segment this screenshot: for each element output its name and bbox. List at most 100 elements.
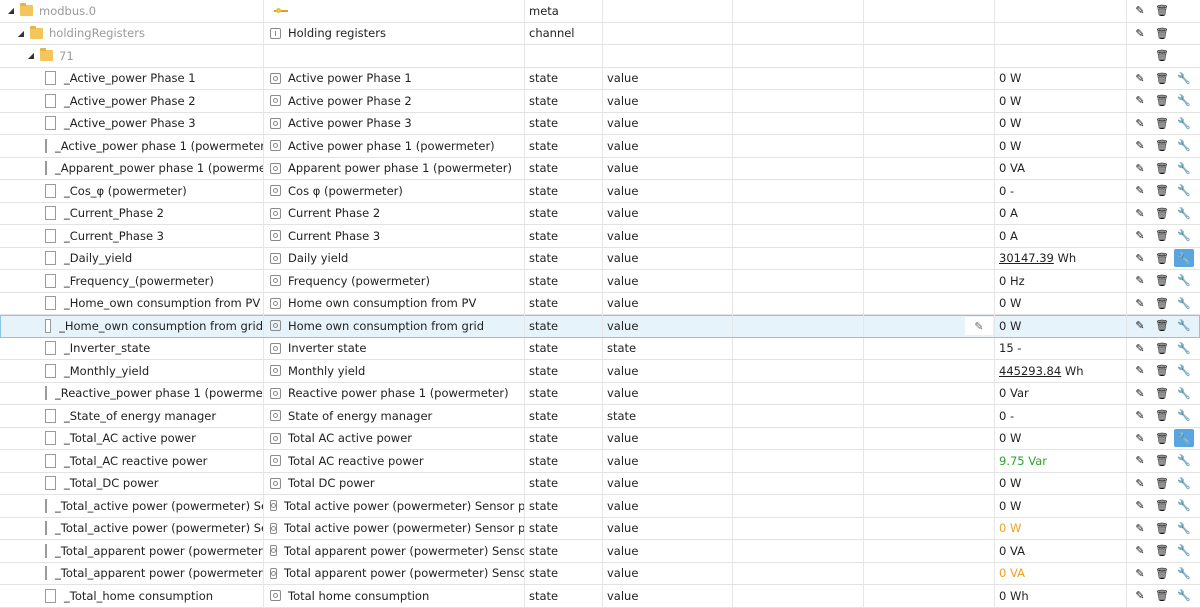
tree-row-state[interactable]: _Active_power Phase 2 Active power Phase … bbox=[0, 90, 1200, 113]
delete-trash-icon[interactable]: 🗑 bbox=[1152, 159, 1172, 177]
delete-trash-icon[interactable]: 🗑 bbox=[1152, 92, 1172, 110]
edit-pencil-icon[interactable]: ✎ bbox=[1130, 159, 1150, 177]
delete-trash-icon[interactable]: 🗑 bbox=[1152, 272, 1172, 290]
edit-pencil-icon[interactable]: ✎ bbox=[1130, 92, 1150, 110]
settings-wrench-icon[interactable]: 🔧 bbox=[1174, 69, 1194, 87]
tree-row-state[interactable]: _Total_apparent power (powermeter) Senso… bbox=[0, 540, 1200, 563]
tree-row-state[interactable]: _Total_home consumption Total home consum… bbox=[0, 585, 1200, 608]
edit-pencil-icon[interactable]: ✎ bbox=[1130, 227, 1150, 245]
tree-row-state[interactable]: _Daily_yield Daily yield state value 30147.3… bbox=[0, 247, 1200, 270]
tree-row-state[interactable]: _Current_Phase 3 Current Phase 3 state valu… bbox=[0, 225, 1200, 248]
settings-wrench-icon[interactable]: 🔧 bbox=[1174, 429, 1194, 448]
state-value[interactable]: 0 W bbox=[995, 113, 1123, 135]
delete-trash-icon[interactable]: 🗑 bbox=[1152, 362, 1172, 380]
settings-wrench-icon[interactable]: 🔧 bbox=[1174, 497, 1194, 515]
tree-row-state[interactable]: _Active_power Phase 3 Active power Phase … bbox=[0, 112, 1200, 135]
delete-trash-icon[interactable]: 🗑 bbox=[1152, 2, 1172, 20]
state-value[interactable]: 0 W bbox=[995, 68, 1123, 90]
tree-row-state[interactable]: _Home_own consumption from grid Home own … bbox=[0, 315, 1200, 338]
tree-row-state[interactable]: _Inverter_state Inverter state state state 1… bbox=[0, 337, 1200, 360]
state-value[interactable]: 0 W bbox=[995, 473, 1123, 495]
state-value[interactable]: 0 W bbox=[995, 428, 1123, 450]
tree-row-state[interactable]: _Home_own consumption from PV Home own co… bbox=[0, 292, 1200, 315]
delete-trash-icon[interactable]: 🗑 bbox=[1152, 204, 1172, 222]
edit-pencil-icon[interactable]: ✎ bbox=[1130, 564, 1150, 582]
state-value[interactable]: 0 W bbox=[995, 495, 1123, 517]
state-value[interactable]: 30147.39 Wh bbox=[995, 248, 1123, 270]
settings-wrench-icon[interactable]: 🔧 bbox=[1174, 542, 1194, 560]
edit-pencil-icon[interactable]: ✎ bbox=[1130, 407, 1150, 425]
state-value[interactable]: 15 - bbox=[995, 338, 1123, 360]
edit-pencil-icon[interactable]: ✎ bbox=[1130, 69, 1150, 87]
edit-pencil-icon[interactable]: ✎ bbox=[1130, 204, 1150, 222]
tree-row-state[interactable]: _Total_DC power Total DC power state value 0… bbox=[0, 472, 1200, 495]
settings-wrench-icon[interactable]: 🔧 bbox=[1174, 114, 1194, 132]
delete-trash-icon[interactable]: 🗑 bbox=[1152, 497, 1172, 515]
delete-trash-icon[interactable]: 🗑 bbox=[1152, 137, 1172, 155]
tree-row-state[interactable]: _Total_AC reactive power Total AC reactiv… bbox=[0, 450, 1200, 473]
edit-pencil-icon[interactable]: ✎ bbox=[1130, 362, 1150, 380]
tree-row-folder[interactable]: ◢ modbus.0 meta ✎ 🗑 bbox=[0, 0, 1200, 23]
settings-wrench-icon[interactable]: 🔧 bbox=[1174, 227, 1194, 245]
state-value[interactable]: 0 W bbox=[995, 135, 1123, 157]
edit-pencil-icon[interactable]: ✎ bbox=[1130, 542, 1150, 560]
tree-row-state[interactable]: _Total_active power (powermeter) Sensor … bbox=[0, 517, 1200, 540]
edit-pencil-icon[interactable]: ✎ bbox=[1130, 182, 1150, 200]
inline-edit-pencil-icon[interactable]: ✎ bbox=[965, 317, 993, 335]
edit-pencil-icon[interactable]: ✎ bbox=[1130, 137, 1150, 155]
settings-wrench-icon[interactable]: 🔧 bbox=[1174, 92, 1194, 110]
state-value[interactable]: 0 VA bbox=[995, 563, 1123, 585]
settings-wrench-icon[interactable]: 🔧 bbox=[1174, 339, 1194, 357]
state-value[interactable]: 0 W bbox=[995, 293, 1123, 315]
settings-wrench-icon[interactable]: 🔧 bbox=[1174, 182, 1194, 200]
tree-row-state[interactable]: _Total_apparent power (powermeter) Senso… bbox=[0, 562, 1200, 585]
edit-pencil-icon[interactable]: ✎ bbox=[1130, 339, 1150, 357]
state-value[interactable]: 0 Var bbox=[995, 383, 1123, 405]
settings-wrench-icon[interactable]: 🔧 bbox=[1174, 587, 1194, 605]
tree-row-state[interactable]: _Cos_φ (powermeter) Cos φ (powermeter) sta… bbox=[0, 180, 1200, 203]
delete-trash-icon[interactable]: 🗑 bbox=[1152, 317, 1172, 335]
tree-row-state[interactable]: _Monthly_yield Monthly yield state value 445… bbox=[0, 360, 1200, 383]
edit-pencil-icon[interactable]: ✎ bbox=[1130, 497, 1150, 515]
tree-row-state[interactable]: _Active_power Phase 1 Active power Phase … bbox=[0, 67, 1200, 90]
delete-trash-icon[interactable]: 🗑 bbox=[1152, 564, 1172, 582]
delete-trash-icon[interactable]: 🗑 bbox=[1152, 182, 1172, 200]
tree-row-state[interactable]: _Total_AC active power Total AC active po… bbox=[0, 427, 1200, 450]
settings-wrench-icon[interactable]: 🔧 bbox=[1174, 272, 1194, 290]
delete-trash-icon[interactable]: 🗑 bbox=[1152, 384, 1172, 402]
edit-pencil-icon[interactable]: ✎ bbox=[1130, 272, 1150, 290]
expand-toggle-icon[interactable]: ◢ bbox=[6, 6, 16, 15]
tree-row-folder[interactable]: ◢ 71 🗑 bbox=[0, 45, 1200, 68]
settings-wrench-icon[interactable]: 🔧 bbox=[1174, 407, 1194, 425]
delete-trash-icon[interactable]: 🗑 bbox=[1152, 339, 1172, 357]
edit-pencil-icon[interactable]: ✎ bbox=[1130, 474, 1150, 492]
tree-row-state[interactable]: _Active_power phase 1 (powermeter) Active… bbox=[0, 135, 1200, 158]
tree-row-state[interactable]: _Reactive_power phase 1 (powermeter) Reac… bbox=[0, 382, 1200, 405]
tree-row-state[interactable]: _Apparent_power phase 1 (powermeter) Appa… bbox=[0, 157, 1200, 180]
state-value[interactable]: 0 Hz bbox=[995, 270, 1123, 292]
delete-trash-icon[interactable]: 🗑 bbox=[1152, 519, 1172, 537]
delete-trash-icon[interactable]: 🗑 bbox=[1152, 47, 1172, 65]
edit-pencil-icon[interactable]: ✎ bbox=[1130, 2, 1150, 20]
edit-pencil-icon[interactable]: ✎ bbox=[1130, 384, 1150, 402]
delete-trash-icon[interactable]: 🗑 bbox=[1152, 227, 1172, 245]
state-value[interactable]: 0 VA bbox=[995, 540, 1123, 562]
delete-trash-icon[interactable]: 🗑 bbox=[1152, 429, 1172, 447]
state-value[interactable]: 445293.84 Wh bbox=[995, 360, 1123, 382]
settings-wrench-icon[interactable]: 🔧 bbox=[1174, 204, 1194, 222]
delete-trash-icon[interactable]: 🗑 bbox=[1152, 249, 1172, 267]
edit-pencil-icon[interactable]: ✎ bbox=[1130, 587, 1150, 605]
edit-pencil-icon[interactable]: ✎ bbox=[1130, 294, 1150, 312]
settings-wrench-icon[interactable]: 🔧 bbox=[1174, 452, 1194, 470]
tree-row-state[interactable]: _Total_active power (powermeter) Sensor … bbox=[0, 495, 1200, 518]
settings-wrench-icon[interactable]: 🔧 bbox=[1174, 317, 1194, 335]
delete-trash-icon[interactable]: 🗑 bbox=[1152, 114, 1172, 132]
delete-trash-icon[interactable]: 🗑 bbox=[1152, 407, 1172, 425]
settings-wrench-icon[interactable]: 🔧 bbox=[1174, 294, 1194, 312]
state-value[interactable]: 9.75 Var bbox=[995, 450, 1123, 472]
settings-wrench-icon[interactable]: 🔧 bbox=[1174, 384, 1194, 402]
settings-wrench-icon[interactable]: 🔧 bbox=[1174, 159, 1194, 177]
settings-wrench-icon[interactable]: 🔧 bbox=[1174, 137, 1194, 155]
delete-trash-icon[interactable]: 🗑 bbox=[1152, 587, 1172, 605]
tree-row-state[interactable]: _State_of energy manager State of energy … bbox=[0, 405, 1200, 428]
